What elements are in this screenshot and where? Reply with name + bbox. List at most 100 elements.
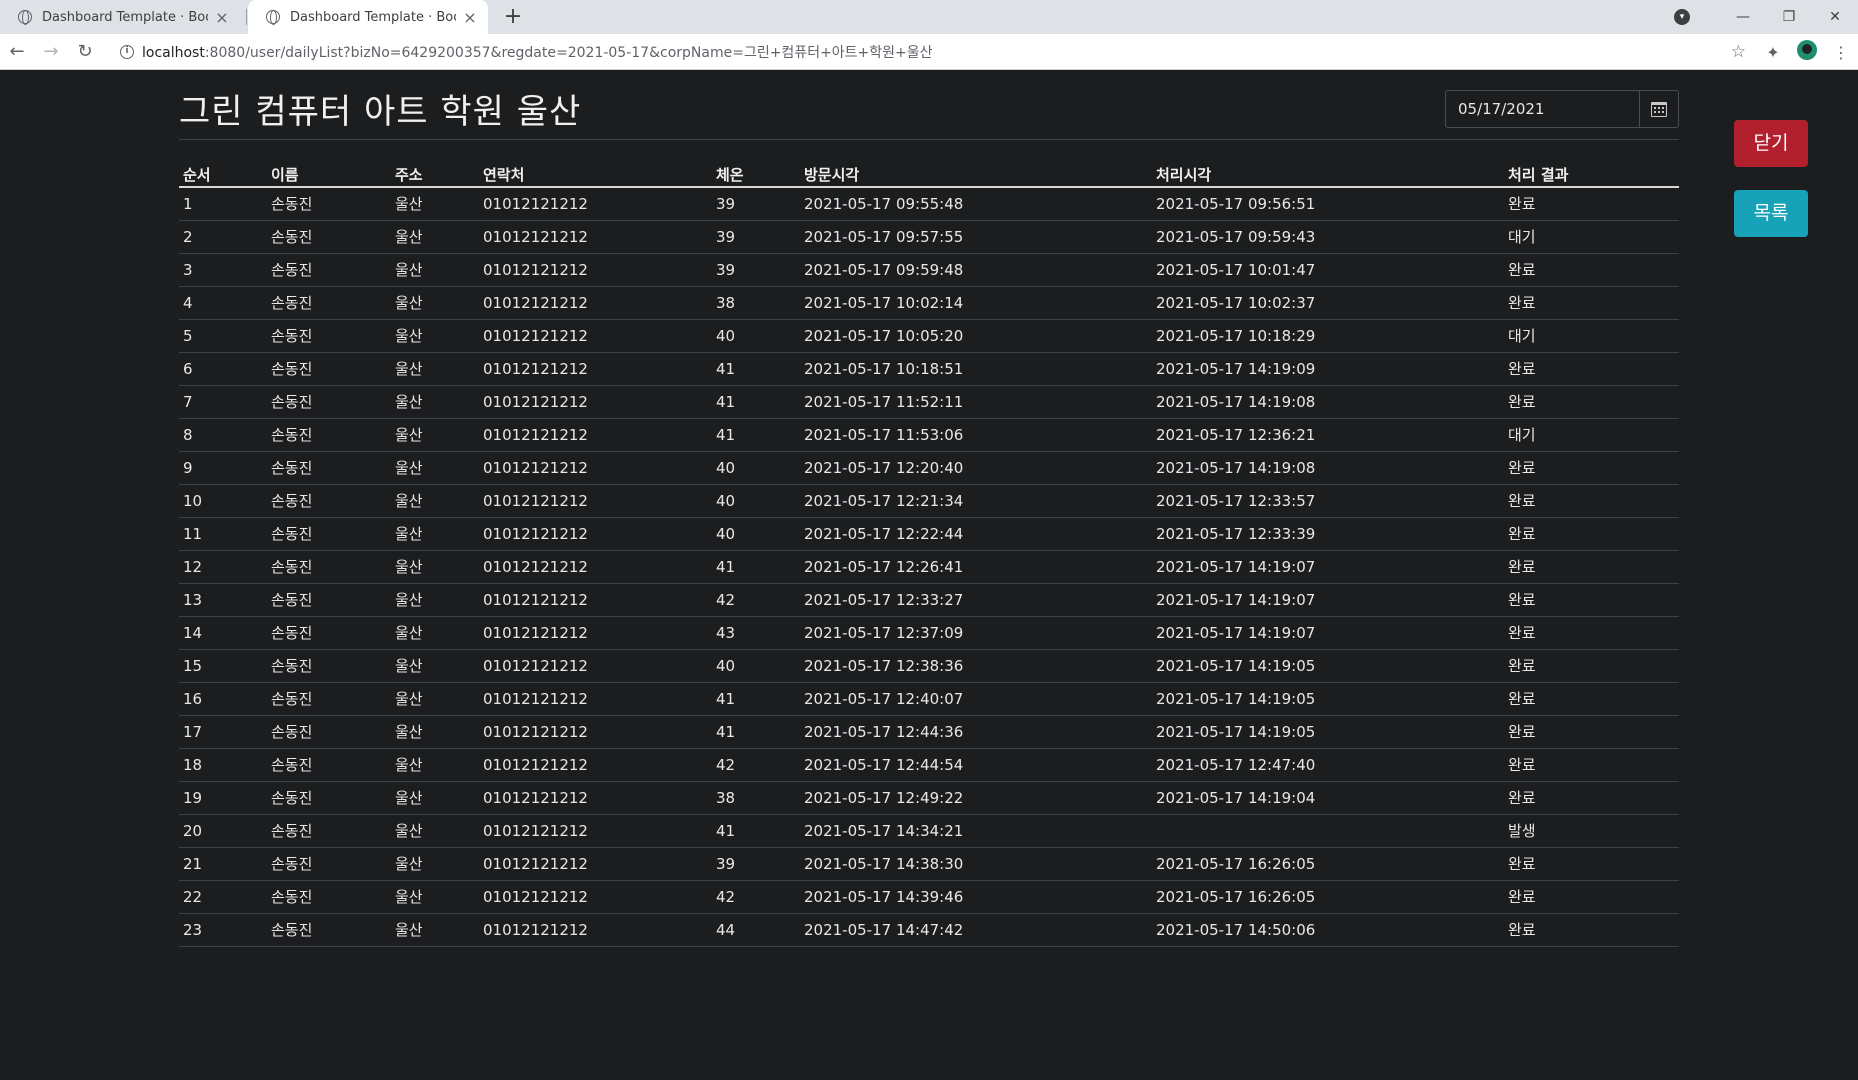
reload-icon[interactable]: ↻ bbox=[68, 41, 102, 62]
cell-temperature: 39 bbox=[712, 847, 800, 881]
restore-button[interactable]: ❐ bbox=[1766, 9, 1812, 25]
page-title: 그린 컴퓨터 아트 학원 울산 bbox=[179, 92, 582, 132]
cell-phone: 01012121212 bbox=[479, 583, 712, 617]
close-tab-icon[interactable]: × bbox=[214, 8, 230, 27]
cell-seq: 1 bbox=[179, 187, 267, 221]
close-button[interactable]: 닫기 bbox=[1734, 120, 1808, 167]
cell-visit-time: 2021-05-17 10:18:51 bbox=[800, 352, 1152, 386]
site-info-icon[interactable]: i bbox=[120, 45, 134, 59]
browser-tab[interactable]: Dashboard Template · Bootstrap × bbox=[0, 0, 240, 34]
cell-visit-time: 2021-05-17 14:39:46 bbox=[800, 880, 1152, 914]
cell-temperature: 42 bbox=[712, 583, 800, 617]
cell-seq: 7 bbox=[179, 385, 267, 419]
menu-kebab-icon[interactable]: ⋮ bbox=[1824, 43, 1858, 62]
cell-temperature: 41 bbox=[712, 682, 800, 716]
cell-temperature: 41 bbox=[712, 418, 800, 452]
cell-address: 울산 bbox=[391, 484, 479, 518]
table-header-row: 순서 이름 주소 연락처 체온 방문시각 처리시각 처리 결과 bbox=[179, 162, 1679, 188]
cell-process-time: 2021-05-17 14:19:05 bbox=[1152, 715, 1504, 749]
cell-seq: 13 bbox=[179, 583, 267, 617]
cell-name: 손동진 bbox=[267, 913, 391, 947]
cell-visit-time: 2021-05-17 10:02:14 bbox=[800, 286, 1152, 320]
cell-process-result: 완료 bbox=[1504, 187, 1679, 221]
main-container: 그린 컴퓨터 아트 학원 울산 순서이름주소연락처체온방문시각처리시각처리 결과… bbox=[179, 70, 1679, 947]
cell-process-result: 완료 bbox=[1504, 682, 1679, 716]
url-text[interactable]: localhost:8080/user/dailyList?bizNo=6429… bbox=[142, 42, 933, 62]
cell-address: 울산 bbox=[391, 583, 479, 617]
calendar-button[interactable] bbox=[1639, 90, 1679, 128]
cell-temperature: 41 bbox=[712, 385, 800, 419]
profile-avatar[interactable] bbox=[1790, 40, 1824, 64]
cell-phone: 01012121212 bbox=[479, 253, 712, 287]
cell-temperature: 38 bbox=[712, 781, 800, 815]
table-row: 20 손동진 울산 01012121212 41 2021-05-17 14:34:21 발… bbox=[179, 814, 1679, 848]
new-tab-button[interactable]: + bbox=[500, 4, 526, 29]
cell-visit-time: 2021-05-17 12:21:34 bbox=[800, 484, 1152, 518]
cell-visit-time: 2021-05-17 10:05:20 bbox=[800, 319, 1152, 353]
cell-name: 손동진 bbox=[267, 187, 391, 221]
cell-name: 손동진 bbox=[267, 616, 391, 650]
browser-tab-active[interactable]: Dashboard Template · Bootstrap × bbox=[248, 0, 488, 34]
extensions-puzzle-icon[interactable]: ✦ bbox=[1756, 43, 1790, 62]
cell-phone: 01012121212 bbox=[479, 748, 712, 782]
cell-process-time: 2021-05-17 14:19:04 bbox=[1152, 781, 1504, 815]
cell-phone: 01012121212 bbox=[479, 352, 712, 386]
cell-phone: 01012121212 bbox=[479, 286, 712, 320]
cell-process-time: 2021-05-17 14:50:06 bbox=[1152, 913, 1504, 947]
cell-visit-time: 2021-05-17 11:52:11 bbox=[800, 385, 1152, 419]
cell-process-time: 2021-05-17 14:19:05 bbox=[1152, 682, 1504, 716]
cell-seq: 19 bbox=[179, 781, 267, 815]
column-header-address: 주소 bbox=[391, 162, 479, 188]
table-body: 1 손동진 울산 01012121212 39 2021-05-17 09:55:48 20… bbox=[179, 187, 1679, 947]
cell-address: 울산 bbox=[391, 352, 479, 386]
table-row: 13 손동진 울산 01012121212 42 2021-05-17 12:33:27 2… bbox=[179, 583, 1679, 617]
cell-process-result: 완료 bbox=[1504, 781, 1679, 815]
cell-temperature: 40 bbox=[712, 517, 800, 551]
cell-visit-time: 2021-05-17 12:37:09 bbox=[800, 616, 1152, 650]
cell-name: 손동진 bbox=[267, 418, 391, 452]
cell-process-time: 2021-05-17 10:18:29 bbox=[1152, 319, 1504, 353]
cell-address: 울산 bbox=[391, 418, 479, 452]
cell-temperature: 40 bbox=[712, 319, 800, 353]
cell-name: 손동진 bbox=[267, 319, 391, 353]
cell-temperature: 43 bbox=[712, 616, 800, 650]
back-icon[interactable]: ← bbox=[0, 41, 34, 62]
cell-temperature: 40 bbox=[712, 484, 800, 518]
close-tab-icon[interactable]: × bbox=[462, 8, 478, 27]
table-row: 3 손동진 울산 01012121212 39 2021-05-17 09:59:48 20… bbox=[179, 253, 1679, 287]
url-path: :8080/user/dailyList?bizNo=6429200357&re… bbox=[204, 45, 933, 61]
date-picker bbox=[1445, 90, 1679, 128]
tab-title: Dashboard Template · Bootstrap bbox=[290, 9, 456, 25]
forward-icon[interactable]: → bbox=[34, 41, 68, 62]
cell-seq: 2 bbox=[179, 220, 267, 254]
cell-address: 울산 bbox=[391, 847, 479, 881]
column-header-process-result: 처리 결과 bbox=[1504, 162, 1679, 188]
cell-name: 손동진 bbox=[267, 550, 391, 584]
cell-process-result: 완료 bbox=[1504, 385, 1679, 419]
cell-process-result: 완료 bbox=[1504, 583, 1679, 617]
cell-process-time: 2021-05-17 14:19:07 bbox=[1152, 550, 1504, 584]
cell-phone: 01012121212 bbox=[479, 550, 712, 584]
table-row: 19 손동진 울산 01012121212 38 2021-05-17 12:49:22 2… bbox=[179, 781, 1679, 815]
cell-name: 손동진 bbox=[267, 451, 391, 485]
cell-process-result: 완료 bbox=[1504, 748, 1679, 782]
table-row: 11 손동진 울산 01012121212 40 2021-05-17 12:22:44 2… bbox=[179, 517, 1679, 551]
cell-process-result: 완료 bbox=[1504, 517, 1679, 551]
date-input[interactable] bbox=[1445, 90, 1639, 128]
cell-visit-time: 2021-05-17 12:33:27 bbox=[800, 583, 1152, 617]
minimize-button[interactable]: — bbox=[1720, 9, 1766, 25]
close-window-button[interactable]: ✕ bbox=[1812, 9, 1858, 25]
address-bar[interactable]: i localhost:8080/user/dailyList?bizNo=64… bbox=[110, 38, 1728, 66]
cell-name: 손동진 bbox=[267, 484, 391, 518]
cell-temperature: 40 bbox=[712, 451, 800, 485]
table-row: 12 손동진 울산 01012121212 41 2021-05-17 12:26:41 2… bbox=[179, 550, 1679, 584]
cell-seq: 11 bbox=[179, 517, 267, 551]
cell-address: 울산 bbox=[391, 286, 479, 320]
cell-temperature: 39 bbox=[712, 253, 800, 287]
list-button[interactable]: 목록 bbox=[1734, 190, 1808, 237]
bookmark-star-icon[interactable]: ☆ bbox=[1731, 42, 1746, 62]
cell-process-time: 2021-05-17 14:19:07 bbox=[1152, 616, 1504, 650]
tab-search-icon[interactable]: ▾ bbox=[1674, 9, 1690, 25]
cell-process-time: 2021-05-17 14:19:09 bbox=[1152, 352, 1504, 386]
cell-address: 울산 bbox=[391, 319, 479, 353]
